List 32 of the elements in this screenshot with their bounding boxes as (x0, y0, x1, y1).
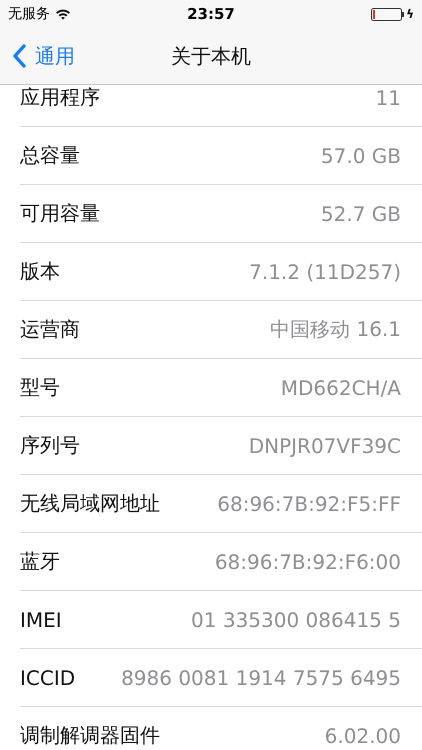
row-value: MD662CH/A (280, 376, 401, 400)
row-value: 52.7 GB (320, 202, 401, 226)
clock-time: 23:57 (187, 5, 235, 23)
row-label: 可用容量 (20, 200, 100, 227)
row-label: 版本 (20, 258, 60, 285)
row-label: ICCID (20, 666, 76, 690)
row-label: 应用程序 (20, 85, 100, 111)
row-label: 无线局域网地址 (20, 490, 160, 517)
charging-icon: ϟ (406, 7, 414, 21)
row-value: 中国移动 16.1 (270, 316, 401, 343)
row-value: 68:96:7B:92:F5:FF (217, 492, 401, 516)
wifi-icon (55, 8, 71, 20)
battery-icon (371, 8, 406, 20)
row-value: 68:96:7B:92:F6:00 (214, 550, 401, 574)
row-label: 调制解调器固件 (20, 722, 160, 749)
row-value: 11 (376, 86, 401, 110)
row-label: IMEI (20, 608, 62, 632)
carrier-text: 无服务 (8, 5, 50, 23)
row-value: 01 335300 086415 5 (191, 608, 401, 632)
row-value: 7.1.2 (11D257) (249, 260, 401, 284)
row-value: 6.02.00 (324, 724, 401, 748)
row-label: 型号 (20, 374, 60, 401)
row-value: 8986 0081 1914 7575 6495 (121, 666, 401, 690)
row-label: 运营商 (20, 316, 80, 343)
row-label: 总容量 (20, 142, 80, 169)
row-value: DNPJR07VF39C (248, 434, 401, 458)
page-title: 关于本机 (171, 42, 251, 70)
row-label: 蓝牙 (20, 548, 60, 575)
back-button[interactable]: 通用 (0, 42, 75, 70)
chevron-left-icon (12, 44, 26, 68)
row-label: 序列号 (20, 432, 80, 459)
row-value: 57.0 GB (320, 144, 401, 168)
